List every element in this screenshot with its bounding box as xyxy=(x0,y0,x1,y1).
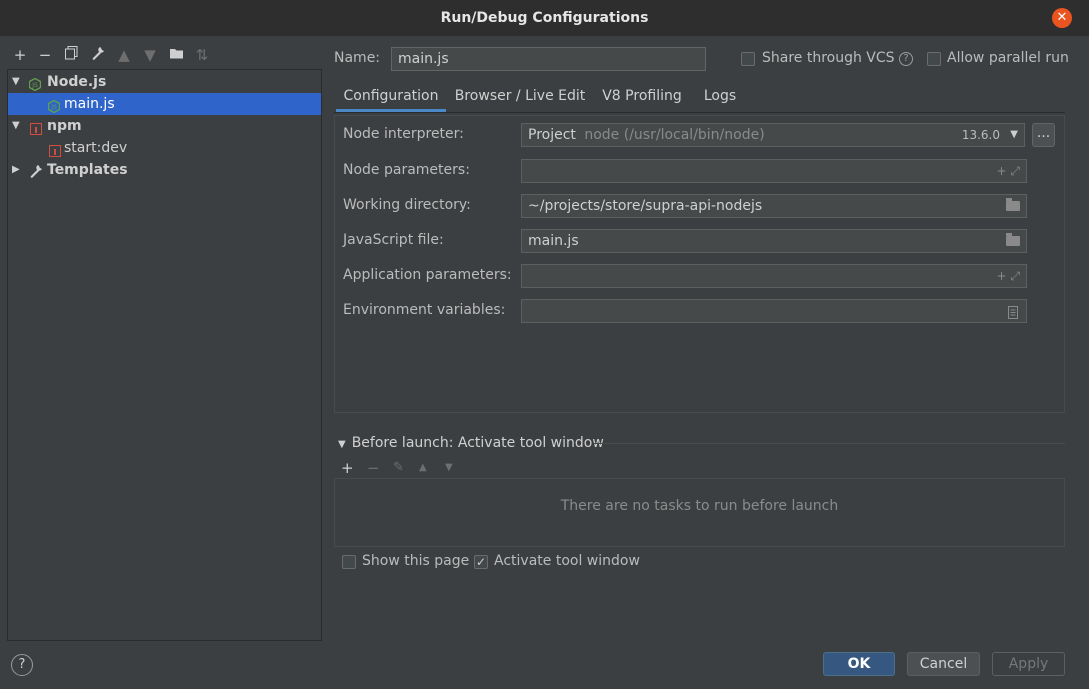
ok-button[interactable]: OK xyxy=(823,652,895,676)
tab-logs[interactable]: Logs xyxy=(699,82,741,112)
move-up-icon: ▲ xyxy=(118,46,130,64)
add-task-icon[interactable]: + xyxy=(341,459,354,477)
interpreter-version: 13.6.0 xyxy=(961,128,1000,142)
share-vcs-label: Share through VCS xyxy=(762,50,895,66)
collapse-arrow-icon[interactable]: ▶ xyxy=(12,159,20,181)
activate-tool-window-label: Activate tool window xyxy=(494,553,640,569)
folder-icon[interactable] xyxy=(169,46,185,64)
tree-item-label: npm xyxy=(47,118,82,134)
tab-browser-live-edit[interactable]: Browser / Live Edit xyxy=(452,82,588,112)
cancel-button[interactable]: Cancel xyxy=(907,652,980,676)
node-interpreter-label: Node interpreter: xyxy=(343,126,464,142)
folder-icon[interactable] xyxy=(1006,198,1020,211)
move-up-icon: ▲ xyxy=(419,462,427,473)
expand-icon[interactable]: + ⤢ xyxy=(997,160,1020,182)
before-launch-title: Before launch: Activate tool window xyxy=(351,435,604,451)
chevron-down-icon: ▼ xyxy=(1010,129,1018,140)
environment-variables-input[interactable] xyxy=(521,299,1027,323)
tab-configuration[interactable]: Configuration xyxy=(336,82,446,112)
expand-arrow-icon[interactable]: ▼ xyxy=(12,71,20,93)
tab-divider xyxy=(334,112,1065,113)
tree-item-main-js[interactable]: JS main.js xyxy=(8,93,321,115)
application-parameters-label: Application parameters: xyxy=(343,267,512,283)
javascript-file-input[interactable]: main.js xyxy=(521,229,1027,253)
help-icon[interactable]: ? xyxy=(899,52,913,66)
share-vcs-checkbox[interactable] xyxy=(741,52,755,66)
expand-arrow-icon[interactable]: ▼ xyxy=(12,115,20,137)
interpreter-project: Project xyxy=(528,127,576,143)
allow-parallel-checkbox[interactable] xyxy=(927,52,941,66)
tree-item-label: start:dev xyxy=(64,140,128,156)
show-this-page-checkbox[interactable] xyxy=(342,555,356,569)
javascript-file-label: JavaScript file: xyxy=(343,232,444,248)
node-parameters-input[interactable]: + ⤢ xyxy=(521,159,1027,183)
show-this-page-label: Show this page xyxy=(362,553,470,569)
working-directory-label: Working directory: xyxy=(343,197,471,213)
empty-task-message: There are no tasks to run before launch xyxy=(560,498,839,514)
before-launch-header[interactable]: ▼ Before launch: Activate tool window xyxy=(338,435,604,451)
tab-v8-profiling[interactable]: V8 Profiling xyxy=(596,82,688,112)
close-icon: ✕ xyxy=(1056,10,1068,25)
tree-item-templates[interactable]: ▶ Templates xyxy=(8,159,321,181)
node-interpreter-select[interactable]: Project node (/usr/local/bin/node) 13.6.… xyxy=(521,123,1025,147)
tree-item-label: Node.js xyxy=(47,74,107,90)
working-directory-value: ~/projects/store/supra-api-nodejs xyxy=(528,198,763,214)
tree-item-label: main.js xyxy=(64,96,115,112)
name-input[interactable]: main.js xyxy=(391,47,706,71)
move-down-icon: ▼ xyxy=(144,46,156,64)
allow-parallel-label: Allow parallel run xyxy=(947,50,1069,66)
expand-arrow-icon: ▼ xyxy=(338,439,346,450)
tree-item-npm[interactable]: ▼ npm xyxy=(8,115,321,137)
browse-interpreter-button[interactable]: ... xyxy=(1032,123,1055,147)
edit-task-icon: ✎ xyxy=(393,460,404,475)
sort-icon: ⇅ xyxy=(195,46,209,64)
wrench-icon[interactable] xyxy=(90,46,106,64)
svg-text:JS: JS xyxy=(31,82,38,89)
javascript-file-value: main.js xyxy=(528,233,579,249)
folder-icon[interactable] xyxy=(1006,233,1020,246)
environment-variables-label: Environment variables: xyxy=(343,302,506,318)
help-button[interactable]: ? xyxy=(11,654,33,676)
wrench-icon xyxy=(29,163,43,185)
tree-item-nodejs[interactable]: ▼ JS Node.js xyxy=(8,71,321,93)
remove-icon[interactable]: − xyxy=(37,46,53,64)
svg-text:JS: JS xyxy=(50,104,57,111)
interpreter-path: node (/usr/local/bin/node) xyxy=(584,127,765,143)
remove-task-icon: − xyxy=(367,459,380,477)
apply-button: Apply xyxy=(992,652,1065,676)
working-directory-input[interactable]: ~/projects/store/supra-api-nodejs xyxy=(521,194,1027,218)
tree-item-label: Templates xyxy=(47,162,128,178)
dialog-title: Run/Debug Configurations xyxy=(440,10,649,26)
move-down-icon: ▼ xyxy=(445,462,453,473)
add-icon[interactable]: + xyxy=(12,46,28,64)
configuration-tree: ▼ JS Node.js JS main.js ▼ npm start:dev … xyxy=(7,69,322,641)
document-icon[interactable] xyxy=(1008,304,1018,322)
close-button[interactable]: ✕ xyxy=(1052,8,1072,28)
before-launch-divider xyxy=(594,443,1065,444)
name-label: Name: xyxy=(334,50,381,66)
copy-icon[interactable] xyxy=(63,46,79,64)
node-parameters-label: Node parameters: xyxy=(343,162,470,178)
tree-item-start-dev[interactable]: start:dev xyxy=(8,137,321,159)
activate-tool-window-checkbox[interactable] xyxy=(474,555,488,569)
application-parameters-input[interactable]: + ⤢ xyxy=(521,264,1027,288)
expand-icon[interactable]: + ⤢ xyxy=(997,265,1020,287)
